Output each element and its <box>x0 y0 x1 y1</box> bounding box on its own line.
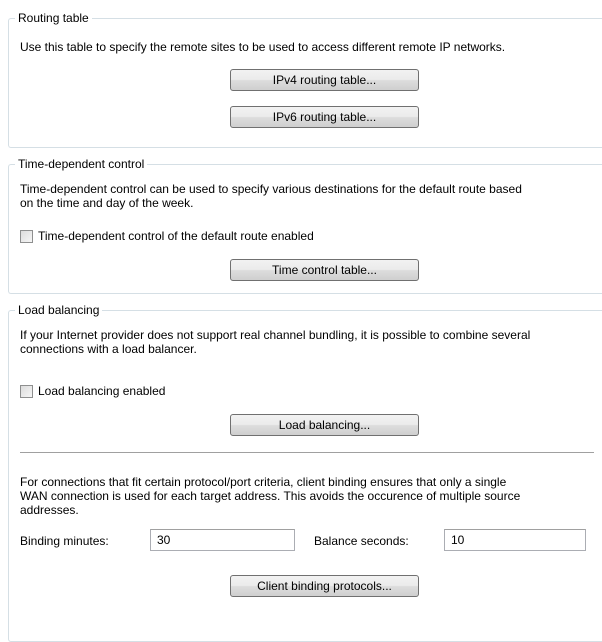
client-binding-text-line2: WAN connection is used for each target a… <box>20 489 521 503</box>
balance-seconds-label: Balance seconds: <box>314 534 409 548</box>
client-binding-protocols-button[interactable]: Client binding protocols... <box>230 575 419 597</box>
load-balancing-title: Load balancing <box>15 303 103 318</box>
ipv6-routing-table-button[interactable]: IPv6 routing table... <box>230 106 419 128</box>
load-balancing-group: Load balancing If your Internet provider… <box>8 303 602 642</box>
time-control-title: Time-dependent control <box>15 157 148 172</box>
client-binding-text-line3: addresses. <box>20 503 79 517</box>
load-balancing-checkbox-label[interactable]: Load balancing enabled <box>38 384 165 398</box>
ipv4-routing-table-button[interactable]: IPv4 routing table... <box>230 69 419 91</box>
section-divider <box>20 452 594 453</box>
load-balancing-button[interactable]: Load balancing... <box>230 414 419 436</box>
routing-table-title: Routing table <box>15 11 92 26</box>
load-balancing-description-line1: If your Internet provider does not suppo… <box>20 328 531 342</box>
time-control-table-button[interactable]: Time control table... <box>230 259 419 281</box>
binding-minutes-input[interactable]: 30 <box>150 529 295 551</box>
binding-minutes-label: Binding minutes: <box>20 534 109 548</box>
time-control-checkbox-label[interactable]: Time-dependent control of the default ro… <box>38 229 314 243</box>
client-binding-text-line1: For connections that fit certain protoco… <box>20 475 507 489</box>
time-control-description-line2: on the time and day of the week. <box>20 196 194 210</box>
load-balancing-description-line2: connections with a load balancer. <box>20 342 197 356</box>
balance-seconds-input[interactable]: 10 <box>444 529 586 551</box>
time-control-description-line1: Time-dependent control can be used to sp… <box>20 182 522 196</box>
routing-table-description: Use this table to specify the remote sit… <box>20 40 506 54</box>
time-dependent-control-group: Time-dependent control Time-dependent co… <box>8 157 602 294</box>
load-balancing-checkbox[interactable] <box>20 385 33 398</box>
routing-table-group: Routing table Use this table to specify … <box>8 11 602 148</box>
time-control-checkbox[interactable] <box>20 230 33 243</box>
